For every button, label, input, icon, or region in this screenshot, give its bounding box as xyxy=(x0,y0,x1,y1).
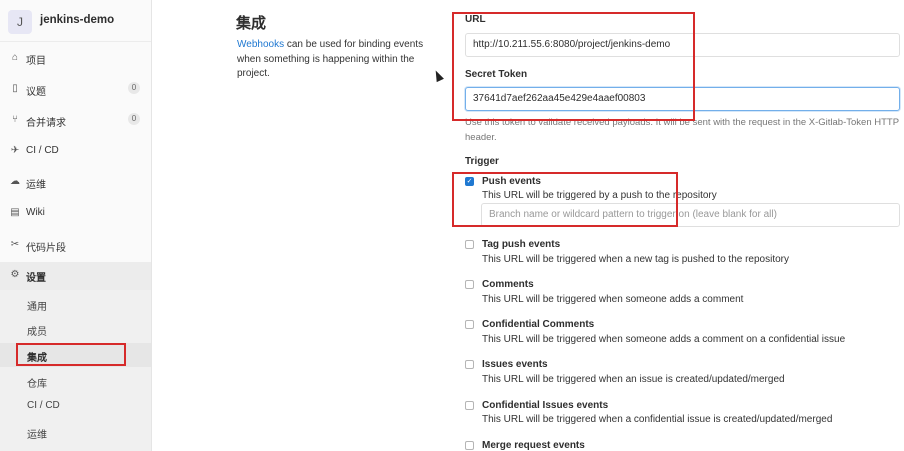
trigger-title: Merge request events xyxy=(482,440,585,451)
subnav-members[interactable]: 成员 xyxy=(0,317,151,341)
mouse-cursor-icon xyxy=(432,68,444,83)
trigger-title: Push events xyxy=(482,176,541,187)
sidebar-item-merge-requests[interactable]: ⑂ 合并请求 0 xyxy=(0,107,151,133)
issues-events-checkbox[interactable] xyxy=(465,360,474,369)
webhooks-link[interactable]: Webhooks xyxy=(237,39,284,50)
trigger-description: This URL will be triggered when a confid… xyxy=(482,414,833,425)
rocket-icon: ✈ xyxy=(10,145,20,156)
subnav-ci-cd[interactable]: CI / CD xyxy=(0,394,151,418)
sidebar-item-issues[interactable]: ▯ 议题 0 xyxy=(0,76,151,102)
url-input[interactable]: http://10.211.55.6:8080/project/jenkins-… xyxy=(465,33,900,57)
trigger-description: This URL will be triggered when someone … xyxy=(482,294,744,305)
issues-icon: ▯ xyxy=(12,83,18,94)
confidential-comments-checkbox[interactable] xyxy=(465,320,474,329)
confidential-issues-events-checkbox[interactable] xyxy=(465,401,474,410)
page-description: Webhooks can be used for binding events … xyxy=(237,38,433,82)
subnav-operations[interactable]: 运维 xyxy=(0,420,151,444)
subnav-label: 仓库 xyxy=(27,379,47,390)
sidebar-item-label: 项目 xyxy=(26,56,46,67)
sidebar-item-label: 议题 xyxy=(26,87,46,98)
sidebar-item-project[interactable]: ⌂ 项目 xyxy=(0,45,151,71)
sidebar-item-label: 合并请求 xyxy=(26,118,66,129)
cloud-gear-icon: ☁ xyxy=(10,176,20,187)
gear-icon: ⚙ xyxy=(10,269,20,280)
sidebar-item-snippets[interactable]: ✂ 代码片段 xyxy=(0,232,151,258)
project-header[interactable]: J jenkins-demo xyxy=(0,0,151,42)
subnav-integrations[interactable]: 集成 xyxy=(0,343,151,367)
sidebar-item-ci-cd[interactable]: ✈ CI / CD xyxy=(0,138,151,164)
sidebar-item-label: 代码片段 xyxy=(26,243,66,254)
push-events-checkbox[interactable]: ✓ xyxy=(465,177,474,186)
project-name: jenkins-demo xyxy=(40,14,115,26)
comments-checkbox[interactable] xyxy=(465,280,474,289)
sidebar-item-label: 设置 xyxy=(26,273,46,284)
sidebar-item-label: CI / CD xyxy=(26,145,59,156)
trigger-description: This URL will be triggered by a push to … xyxy=(482,190,717,201)
subnav-label: 成员 xyxy=(27,327,47,338)
branch-filter-input[interactable]: Branch name or wildcard pattern to trigg… xyxy=(481,203,900,227)
sidebar-item-label: Wiki xyxy=(26,207,45,218)
sidebar-item-settings[interactable]: ⚙ 设置 xyxy=(0,262,151,290)
trigger-description: This URL will be triggered when someone … xyxy=(482,334,846,345)
subnav-repository[interactable]: 仓库 xyxy=(0,369,151,393)
subnav-label: 通用 xyxy=(27,302,47,313)
sidebar-item-wiki[interactable]: ▤ Wiki xyxy=(0,200,151,226)
trigger-title: Issues events xyxy=(482,359,548,370)
merge-request-events-checkbox[interactable] xyxy=(465,441,474,450)
trigger-label: Trigger xyxy=(465,156,499,167)
merge-request-icon: ⑂ xyxy=(12,114,18,125)
count-badge: 0 xyxy=(128,82,140,94)
sidebar: J jenkins-demo ⌂ 项目 ▯ 议题 0 ⑂ 合并请求 0 ✈ CI… xyxy=(0,0,152,451)
subnav-label: 集成 xyxy=(27,353,47,364)
trigger-description: This URL will be triggered when an issue… xyxy=(482,374,785,385)
subnav-label: CI / CD xyxy=(27,400,60,411)
page-title: 集成 xyxy=(236,15,267,32)
scissors-icon: ✂ xyxy=(10,239,20,250)
tag-push-events-checkbox[interactable] xyxy=(465,240,474,249)
sidebar-item-label: 运维 xyxy=(26,180,46,191)
trigger-title: Tag push events xyxy=(482,239,561,250)
url-label: URL xyxy=(465,14,486,25)
secret-token-input[interactable]: 37641d7aef262aa45e429e4aaef00803 xyxy=(465,87,900,111)
trigger-title: Confidential Comments xyxy=(482,319,595,330)
book-icon: ▤ xyxy=(10,207,20,218)
count-badge: 0 xyxy=(128,113,140,125)
token-help-text: Use this token to validate received payl… xyxy=(465,117,899,143)
trigger-title: Comments xyxy=(482,279,534,290)
trigger-title: Confidential Issues events xyxy=(482,400,609,411)
sidebar-item-operations[interactable]: ☁ 运维 xyxy=(0,169,151,195)
project-avatar: J xyxy=(8,10,32,34)
subnav-label: 运维 xyxy=(27,430,47,441)
trigger-description: This URL will be triggered when a new ta… xyxy=(482,254,790,265)
subnav-general[interactable]: 通用 xyxy=(0,292,151,316)
settings-submenu: 通用 成员 集成 仓库 CI / CD 运维 xyxy=(0,290,151,451)
home-icon: ⌂ xyxy=(11,52,19,63)
secret-token-label: Secret Token xyxy=(465,69,528,80)
